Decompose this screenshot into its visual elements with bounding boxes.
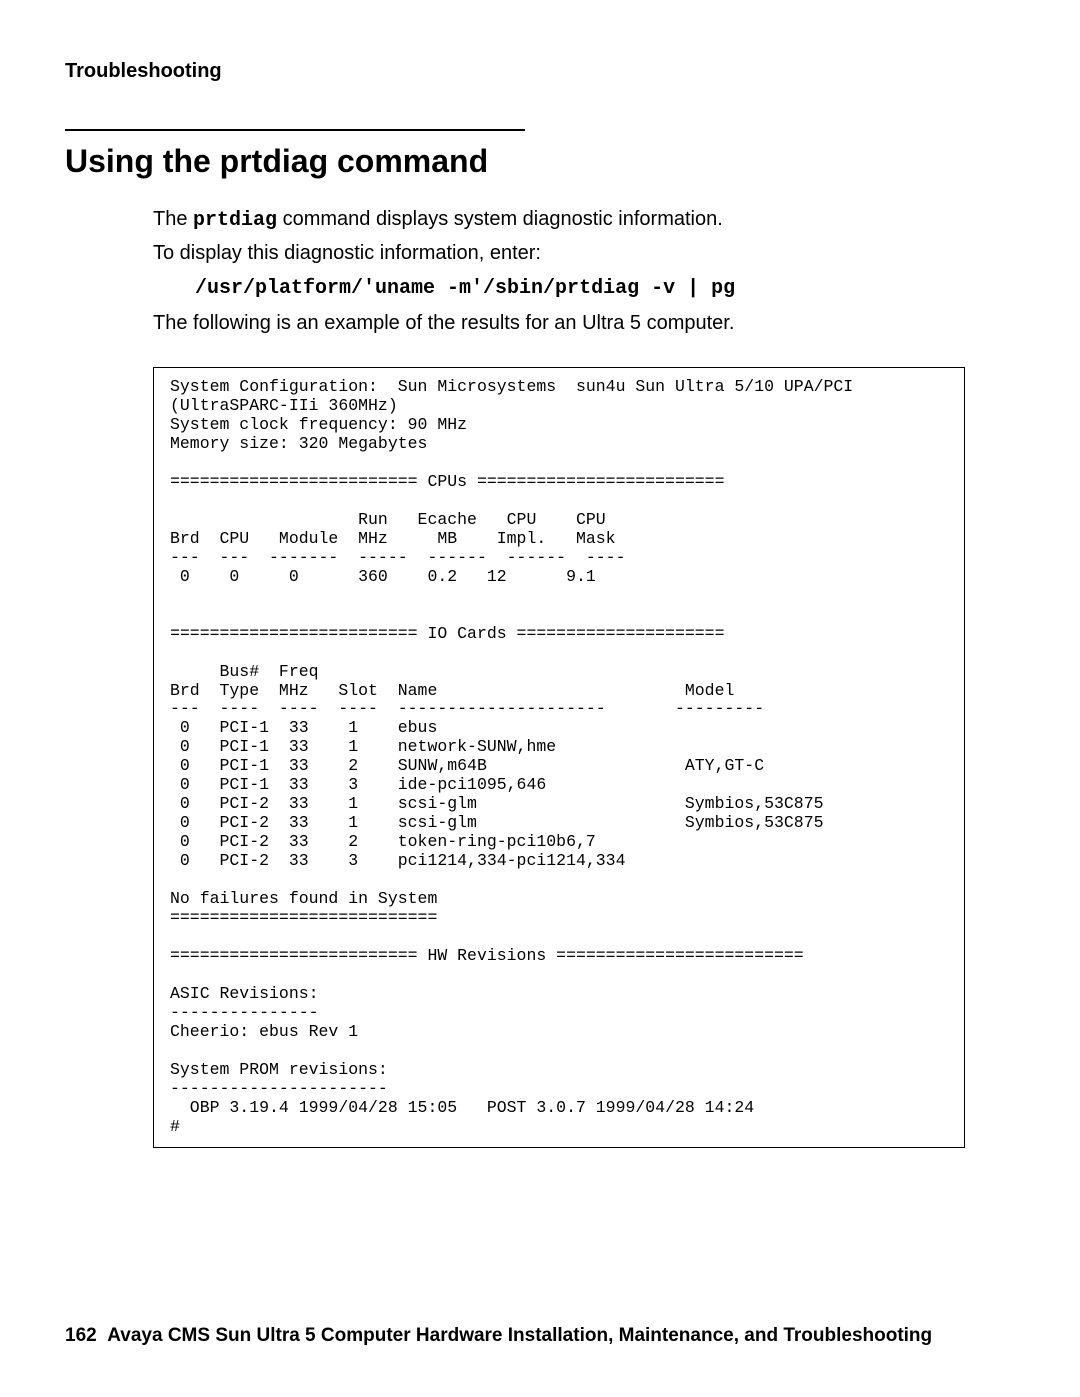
footer-page-number: 162 bbox=[65, 1325, 97, 1346]
output-box: System Configuration: Sun Microsystems s… bbox=[153, 367, 965, 1148]
page-header: Troubleshooting bbox=[65, 60, 1015, 83]
command-line: /usr/platform/'uname -m'/sbin/prtdiag -v… bbox=[153, 273, 1015, 304]
p1-text-a: The bbox=[153, 208, 193, 230]
paragraph-3: The following is an example of the resul… bbox=[153, 308, 1015, 339]
section-rule bbox=[65, 129, 525, 131]
paragraph-1: The prtdiag command displays system diag… bbox=[153, 204, 1015, 236]
footer-title: Avaya CMS Sun Ultra 5 Computer Hardware … bbox=[107, 1325, 932, 1346]
section-title: Using the prtdiag command bbox=[65, 143, 1015, 180]
page-footer: 162 Avaya CMS Sun Ultra 5 Computer Hardw… bbox=[65, 1325, 932, 1347]
paragraph-2: To display this diagnostic information, … bbox=[153, 238, 1015, 269]
p1-text-b: command displays system diagnostic infor… bbox=[277, 208, 723, 230]
body-content: The prtdiag command displays system diag… bbox=[65, 204, 1015, 1148]
p1-cmd: prtdiag bbox=[193, 209, 277, 232]
